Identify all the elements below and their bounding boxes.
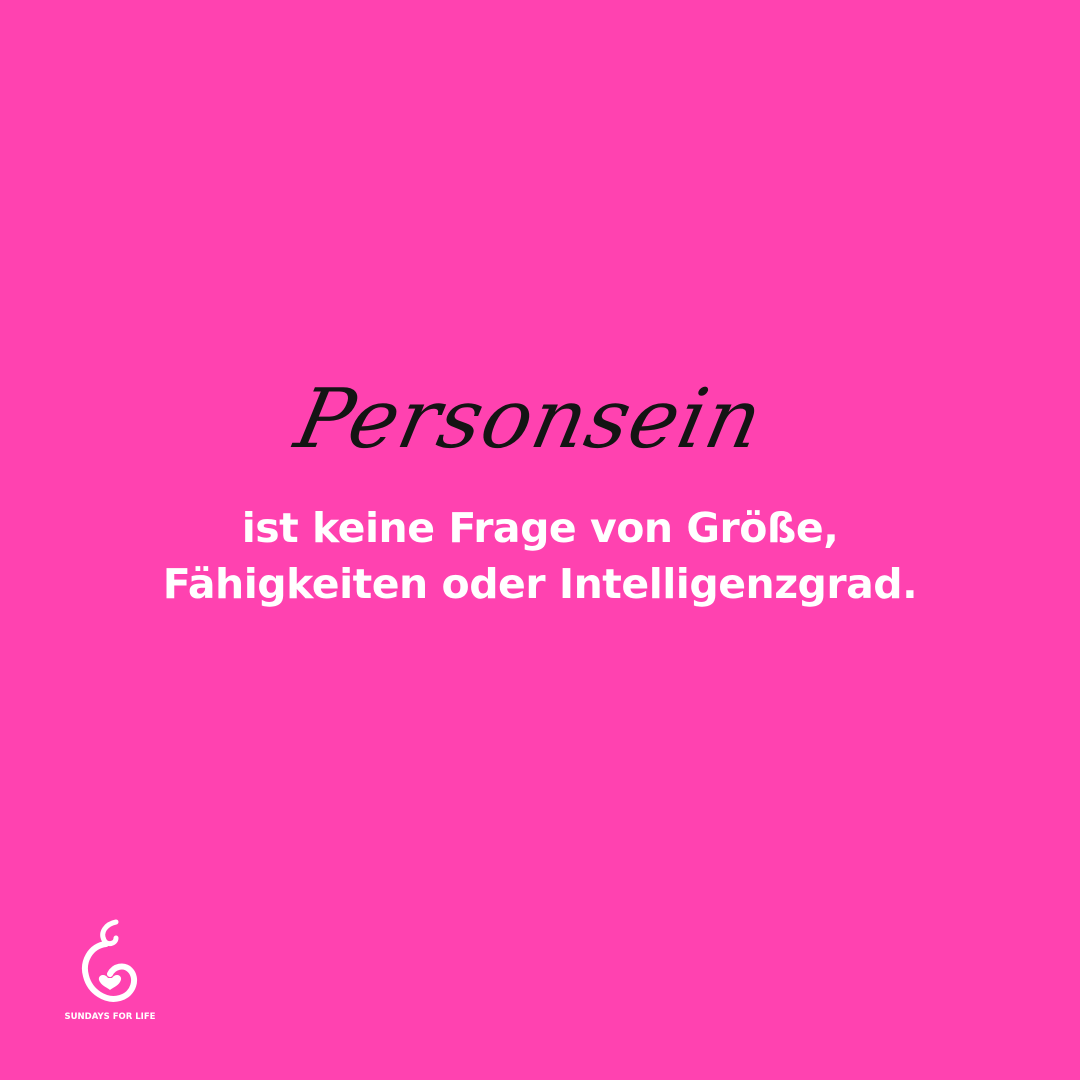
post-canvas: Personsein ist keine Frage von Größe, Fä… <box>0 0 1080 1080</box>
headline: ist keine Frage von Größe, Fähigkeiten o… <box>0 500 1080 612</box>
logo-text: SUNDAYS FOR LIFE <box>64 1012 156 1022</box>
script-title: Personsein <box>0 355 1080 495</box>
sundays-for-life-logo: SUNDAYS FOR LIFE <box>60 916 160 1028</box>
script-word: Personsein <box>286 371 771 467</box>
script-title-graphic: Personsein <box>286 371 771 467</box>
headline-line-1: ist keine Frage von Größe, <box>241 504 839 552</box>
fetus-heart-icon <box>82 919 138 1002</box>
headline-line-2: Fähigkeiten oder Intelligenzgrad. <box>162 560 918 608</box>
